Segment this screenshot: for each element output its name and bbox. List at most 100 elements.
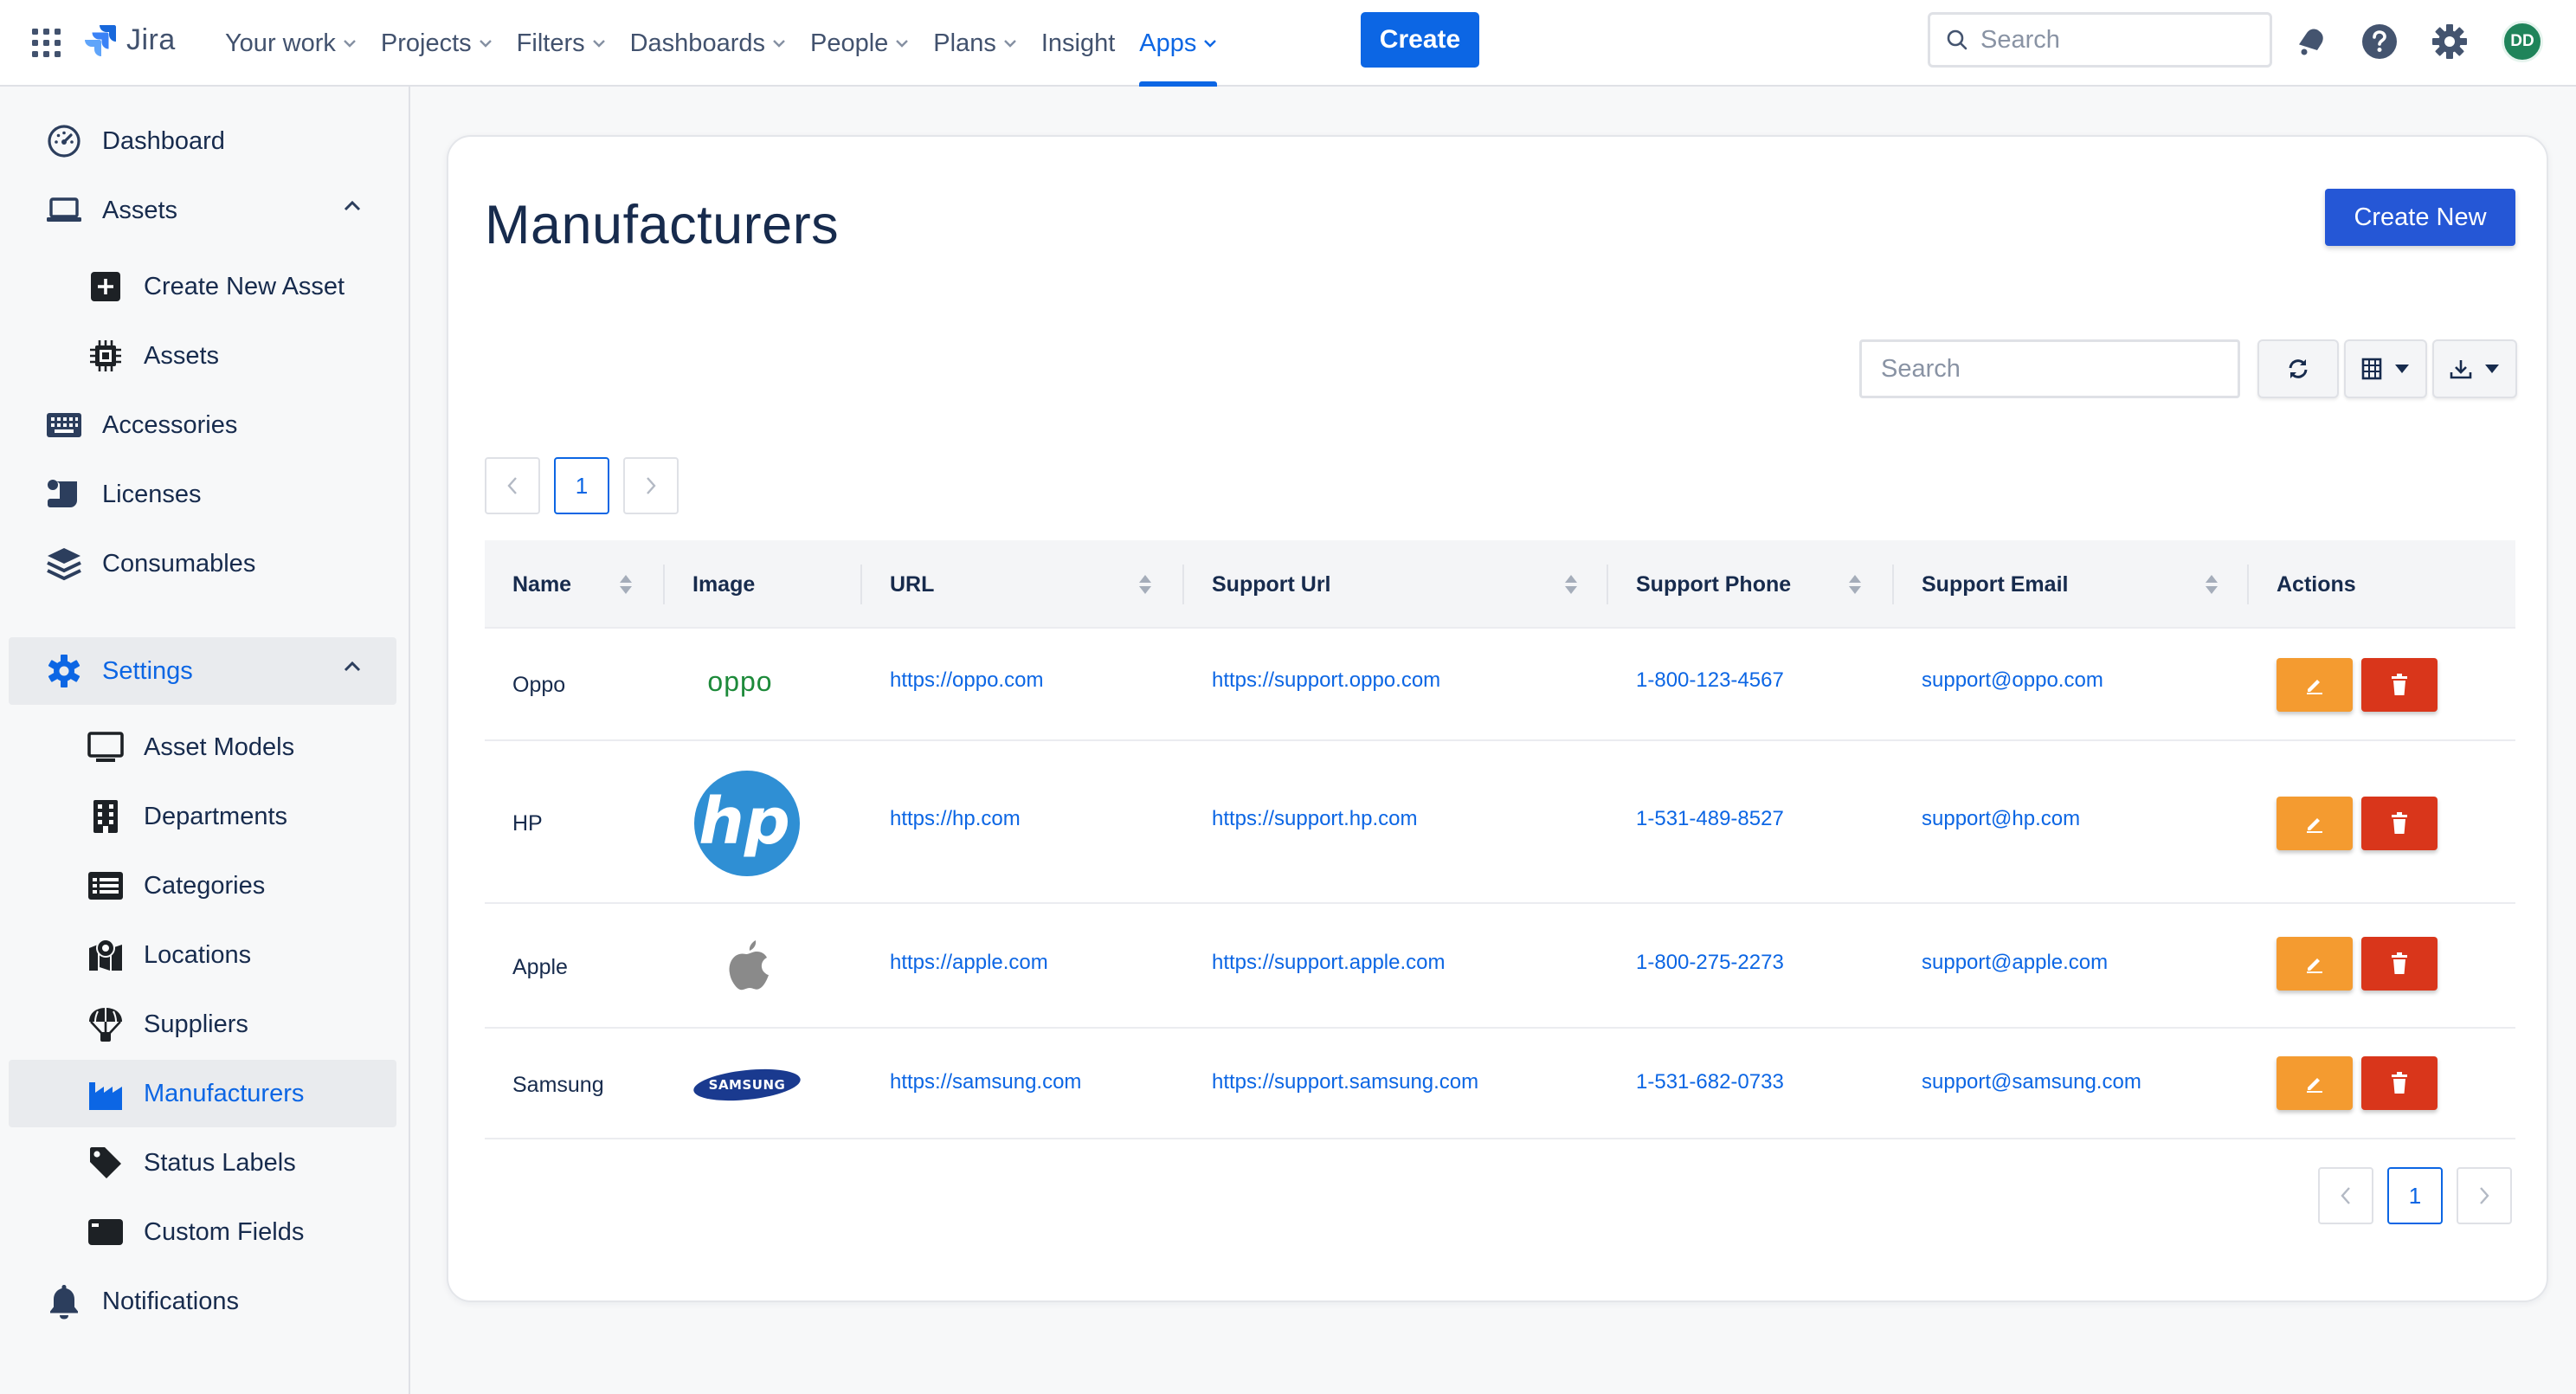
create-button[interactable]: Create: [1361, 12, 1479, 68]
notifications-icon[interactable]: [2292, 23, 2330, 61]
column-header-support-email[interactable]: Support Email: [1922, 540, 2068, 629]
edit-button[interactable]: [2277, 1056, 2353, 1110]
page-number-button[interactable]: 1: [554, 457, 609, 514]
create-new-button[interactable]: Create New: [2325, 189, 2515, 246]
edit-button[interactable]: [2277, 937, 2353, 991]
sidebar-item-create-new-asset[interactable]: Create New Asset: [9, 253, 396, 320]
support-url-link[interactable]: https://support.samsung.com: [1212, 1030, 1478, 1134]
refresh-icon: [2285, 356, 2311, 382]
sidebar-item-label: Assets: [144, 341, 220, 370]
sidebar-item-notifications[interactable]: Notifications: [9, 1268, 396, 1335]
delete-button[interactable]: [2361, 658, 2438, 712]
sidebar-item-locations[interactable]: Locations: [9, 921, 396, 989]
nav-projects[interactable]: Projects: [369, 0, 505, 87]
sort-icon[interactable]: [1137, 573, 1153, 596]
sort-icon[interactable]: [1563, 573, 1579, 596]
table-row: Samsung SAMSUNG https://samsung.com http…: [485, 1030, 2515, 1139]
global-search[interactable]: [1928, 12, 2272, 68]
url-link[interactable]: https://samsung.com: [890, 1030, 1081, 1134]
next-page-button[interactable]: [623, 457, 679, 514]
sidebar-item-dashboard[interactable]: Dashboard: [9, 107, 396, 175]
support-email-link[interactable]: support@hp.com: [1922, 743, 2080, 895]
sidebar-item-status-labels[interactable]: Status Labels: [9, 1129, 396, 1197]
prev-page-button[interactable]: [2318, 1167, 2373, 1224]
support-email-link[interactable]: support@samsung.com: [1922, 1030, 2141, 1134]
sidebar-item-label: Manufacturers: [144, 1079, 305, 1107]
support-url-link[interactable]: https://support.hp.com: [1212, 743, 1417, 895]
trash-icon: [2390, 1072, 2409, 1094]
sidebar-item-custom-fields[interactable]: Custom Fields: [9, 1198, 396, 1266]
nav-label: Projects: [380, 29, 472, 57]
avatar[interactable]: DD: [2502, 21, 2543, 62]
column-header-url[interactable]: URL: [890, 540, 934, 629]
manufacturer-name: Samsung: [512, 1072, 604, 1097]
columns-toggle-button[interactable]: [2344, 339, 2427, 398]
edit-button[interactable]: [2277, 658, 2353, 712]
support-url-link[interactable]: https://support.oppo.com: [1212, 629, 1440, 732]
table-search-input[interactable]: [1859, 339, 2240, 398]
sidebar-item-categories[interactable]: Categories: [9, 852, 396, 920]
sidebar-item-manufacturers[interactable]: Manufacturers: [9, 1060, 396, 1127]
nav-apps[interactable]: Apps: [1127, 0, 1229, 87]
url-link[interactable]: https://hp.com: [890, 743, 1021, 895]
edit-button[interactable]: [2277, 797, 2353, 850]
support-email-link[interactable]: support@oppo.com: [1922, 629, 2103, 732]
sidebar-item-asset-models[interactable]: Asset Models: [9, 713, 396, 781]
delete-button[interactable]: [2361, 937, 2438, 991]
samsung-logo: SAMSUNG: [692, 1030, 802, 1139]
jira-logo[interactable]: Jira: [83, 23, 176, 57]
support-phone-link[interactable]: 1-531-682-0733: [1636, 1030, 1784, 1134]
nav-insight[interactable]: Insight: [1029, 0, 1127, 87]
chevron-down-icon: [479, 39, 493, 48]
column-label: Image: [692, 571, 756, 597]
page-number-button[interactable]: 1: [2387, 1167, 2443, 1224]
column-separator: [663, 565, 665, 604]
refresh-button[interactable]: [2257, 339, 2339, 398]
sidebar-item-settings-group[interactable]: Settings: [9, 637, 396, 705]
app-switcher-icon[interactable]: [29, 26, 64, 61]
sidebar-item-licenses[interactable]: Licenses: [9, 461, 396, 528]
svg-text:SAMSUNG: SAMSUNG: [709, 1077, 786, 1093]
sidebar-item-assets-group[interactable]: Assets: [9, 177, 396, 244]
column-header-support-phone[interactable]: Support Phone: [1636, 540, 1791, 629]
nav-filters[interactable]: Filters: [505, 0, 618, 87]
sidebar-item-consumables[interactable]: Consumables: [9, 530, 396, 597]
chevron-down-icon: [1003, 39, 1017, 48]
sidebar-item-label: Dashboard: [102, 126, 225, 155]
sort-icon[interactable]: [1847, 573, 1863, 596]
support-phone-link[interactable]: 1-800-123-4567: [1636, 629, 1784, 732]
column-label: Support Email: [1922, 571, 2069, 597]
delete-button[interactable]: [2361, 1056, 2438, 1110]
sidebar-item-departments[interactable]: Departments: [9, 783, 396, 850]
chevron-down-icon: [772, 39, 786, 48]
nav-your-work[interactable]: Your work: [213, 0, 369, 87]
sidebar-item-suppliers[interactable]: Suppliers: [9, 991, 396, 1058]
support-email-link[interactable]: support@apple.com: [1922, 906, 2108, 1020]
sidebar-item-accessories[interactable]: Accessories: [9, 391, 396, 459]
support-phone-link[interactable]: 1-800-275-2273: [1636, 906, 1784, 1020]
url-link[interactable]: https://oppo.com: [890, 629, 1043, 732]
apple-logo: [718, 906, 774, 1029]
sort-icon[interactable]: [618, 573, 634, 596]
sidebar-item-assets[interactable]: Assets: [9, 322, 396, 390]
tag-icon: [87, 1144, 125, 1182]
table-row: HP hp https://hp.com https://support.hp.…: [485, 743, 2515, 904]
support-url-link[interactable]: https://support.apple.com: [1212, 906, 1445, 1020]
column-header-support-url[interactable]: Support Url: [1212, 540, 1331, 629]
global-search-input[interactable]: [1980, 25, 2257, 55]
sort-icon[interactable]: [2204, 573, 2219, 596]
delete-button[interactable]: [2361, 797, 2438, 850]
nav-plans[interactable]: Plans: [921, 0, 1029, 87]
chevron-down-icon: [592, 39, 606, 48]
nav-dashboards[interactable]: Dashboards: [618, 0, 798, 87]
column-header-name[interactable]: Name: [512, 540, 571, 629]
export-button[interactable]: [2432, 339, 2517, 398]
settings-icon[interactable]: [2431, 23, 2469, 61]
support-phone-link[interactable]: 1-531-489-8527: [1636, 743, 1784, 895]
prev-page-button[interactable]: [485, 457, 540, 514]
svg-text:hp: hp: [699, 784, 790, 859]
url-link[interactable]: https://apple.com: [890, 906, 1048, 1020]
help-icon[interactable]: [2360, 23, 2399, 61]
nav-people[interactable]: People: [798, 0, 921, 87]
next-page-button[interactable]: [2457, 1167, 2512, 1224]
